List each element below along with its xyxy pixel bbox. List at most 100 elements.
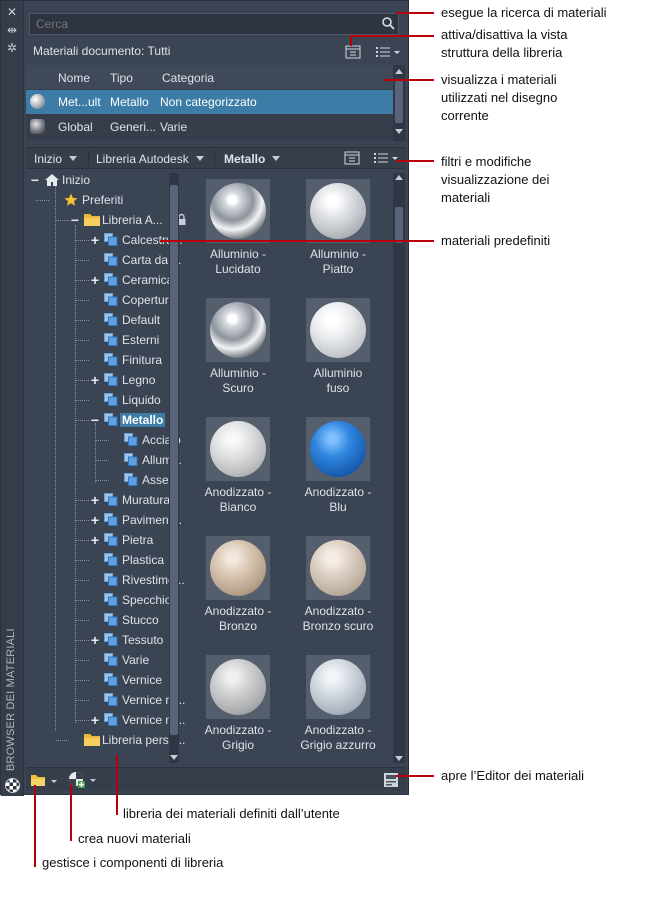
material-preview	[206, 417, 270, 481]
tree-item-label: Metallo	[120, 413, 166, 427]
create-material-icon[interactable]	[68, 771, 98, 789]
tree-view-toggle-icon[interactable]	[345, 45, 361, 59]
tree-guide-line	[56, 740, 69, 741]
expand-icon[interactable]: +	[90, 713, 100, 727]
material-tile[interactable]: Alluminio - Scuro	[185, 292, 285, 408]
material-tile[interactable]: Alluminio fuso	[285, 292, 385, 408]
breadcrumb-home[interactable]: Inizio	[34, 152, 78, 166]
material-tile[interactable]: Anodizzato - Grigio	[185, 649, 285, 763]
material-tile[interactable]: Anodizzato - Grigio azzurro	[285, 649, 385, 763]
callout-manage-library: gestisce i componenti di libreria	[42, 855, 224, 870]
material-name: Anodizzato - Grigio azzurro	[300, 723, 376, 752]
scrollbar-thumb[interactable]	[170, 185, 178, 735]
display-filter-icon[interactable]	[372, 151, 400, 165]
scroll-down-icon[interactable]	[170, 755, 178, 760]
expand-icon[interactable]: +	[90, 273, 100, 287]
tree-item-label: Vernice	[122, 673, 163, 687]
scrollbar-thumb[interactable]	[395, 207, 403, 243]
material-name: Alluminio - Piatto	[309, 247, 366, 276]
callout-search: esegue la ricerca di materiali	[441, 5, 607, 20]
expand-icon[interactable]: +	[90, 533, 100, 547]
document-materials-table: Nome Tipo Categoria Met...ult Metallo No…	[26, 65, 406, 141]
material-tile[interactable]: Anodizzato - Blu	[285, 411, 385, 527]
tree-item-label: Libreria A...	[102, 213, 163, 227]
table-scrollbar[interactable]	[393, 65, 405, 141]
callout-line	[34, 785, 36, 867]
folder-icon	[84, 733, 100, 746]
table-cell: Varie	[160, 120, 188, 134]
material-tile[interactable]: Anodizzato - Bronzo scuro	[285, 530, 385, 646]
collapse-icon[interactable]: −	[70, 213, 80, 227]
category-icon	[124, 433, 138, 446]
tree-item-label: Stucco	[122, 613, 159, 627]
material-swatch-icon	[30, 119, 45, 134]
tree-guide-line	[76, 560, 89, 561]
table-row[interactable]: Met...ult Metallo Non categorizzato	[26, 90, 393, 114]
expand-icon[interactable]: +	[90, 633, 100, 647]
tree-guide-line	[76, 300, 89, 301]
palette-bottom-bar	[26, 767, 406, 791]
column-header-type[interactable]: Tipo	[110, 71, 133, 85]
table-row[interactable]: Global Generi... Varie	[26, 115, 393, 139]
tree-guide-line	[76, 640, 89, 641]
library-tree-toggle-icon[interactable]	[344, 151, 360, 165]
breadcrumb-label: Inizio	[34, 152, 63, 166]
table-cell: Global	[58, 120, 93, 134]
swatch-scrollbar[interactable]	[393, 173, 405, 763]
material-swatch-icon	[30, 94, 45, 109]
material-tile[interactable]: Anodizzato - Bronzo	[185, 530, 285, 646]
tree-item-label: Inizio	[62, 173, 91, 187]
close-icon[interactable]: ✕	[5, 5, 19, 19]
palette-title-bar[interactable]: ✕ ⇹ ✲ BROWSER DEI MATERIALI	[1, 1, 24, 796]
tree-item[interactable]: − Inizio	[30, 171, 180, 189]
material-tile[interactable]: Alluminio - Piatto	[285, 173, 385, 289]
expand-icon[interactable]: +	[90, 513, 100, 527]
material-tile[interactable]: Anodizzato - Bianco	[185, 411, 285, 527]
tree-guide-line	[56, 220, 69, 221]
scroll-down-icon[interactable]	[395, 129, 403, 134]
expand-icon[interactable]: +	[90, 373, 100, 387]
material-preview	[306, 417, 370, 481]
tree-guide-line	[76, 340, 89, 341]
tree-scrollbar[interactable]	[169, 173, 179, 763]
callout-create-new: crea nuovi materiali	[78, 831, 191, 846]
document-materials-filter[interactable]: Materiali documento: Tutti	[33, 44, 170, 58]
table-cell: Metallo	[110, 95, 149, 109]
column-header-name[interactable]: Nome	[58, 71, 90, 85]
breadcrumb-current-category[interactable]: Metallo	[224, 152, 281, 166]
callout-line	[350, 35, 434, 37]
scroll-up-icon[interactable]	[395, 175, 403, 180]
auto-hide-icon[interactable]: ⇹	[5, 23, 19, 37]
scroll-up-icon[interactable]	[395, 69, 403, 74]
tree-guide-line	[76, 500, 89, 501]
scroll-down-icon[interactable]	[395, 756, 403, 761]
material-sphere-icon	[310, 421, 366, 477]
column-header-category[interactable]: Categoria	[162, 71, 214, 85]
tree-item-label: Legno	[122, 373, 156, 387]
expand-icon[interactable]: +	[90, 233, 100, 247]
table-header: Nome Tipo Categoria	[26, 65, 393, 89]
tree-item-label: Varie	[122, 653, 150, 667]
view-options-list-icon[interactable]	[374, 45, 402, 59]
callout-line	[396, 160, 434, 162]
material-tile[interactable]: Alluminio - Lucidato	[185, 173, 285, 289]
breadcrumb-autodesk-library[interactable]: Libreria Autodesk	[96, 152, 204, 166]
collapse-icon[interactable]: −	[30, 173, 40, 187]
material-swatch-grid: Alluminio - Lucidato Alluminio - Piatto Al…	[185, 173, 391, 763]
search-input[interactable]	[29, 13, 399, 35]
material-sphere-icon	[310, 659, 366, 715]
material-name: Anodizzato - Bianco	[204, 485, 272, 514]
tree-guide-line	[96, 440, 109, 441]
expand-icon[interactable]: +	[90, 493, 100, 507]
tree-guide-line	[76, 680, 89, 681]
scrollbar-thumb[interactable]	[395, 81, 403, 123]
tree-guide-line	[76, 360, 89, 361]
properties-icon[interactable]: ✲	[5, 41, 19, 55]
search-icon[interactable]	[381, 16, 395, 30]
callout-line	[116, 755, 118, 815]
collapse-icon[interactable]: −	[90, 413, 100, 427]
